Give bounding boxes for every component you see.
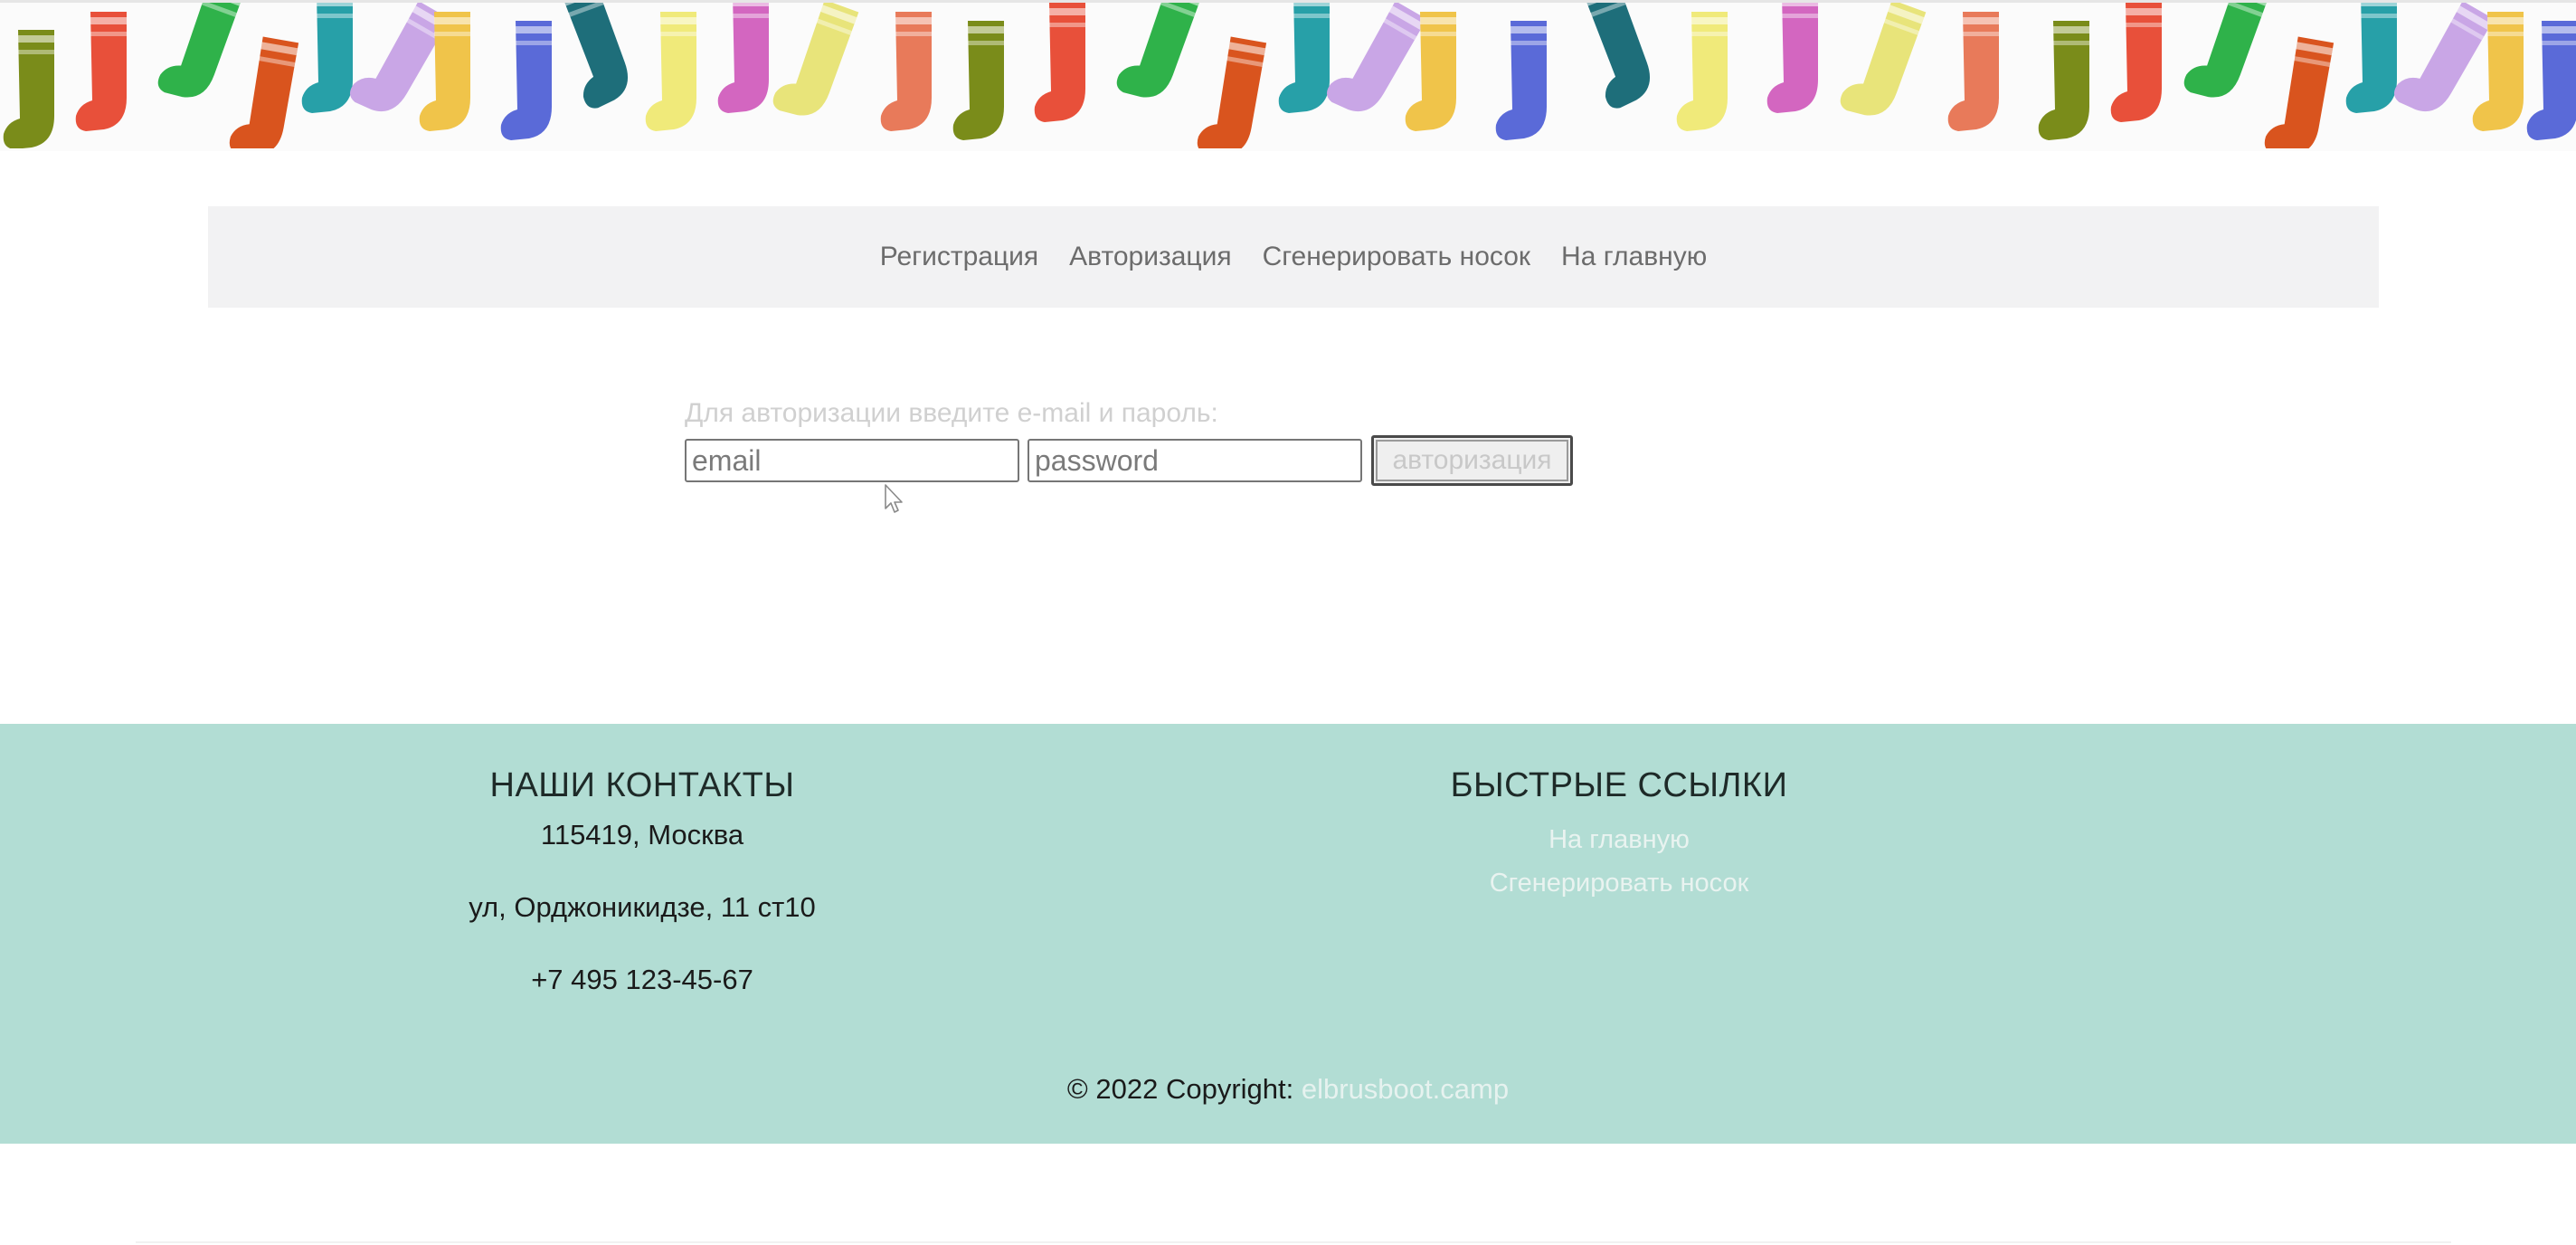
sock-pattern-shape: [2526, 21, 2576, 140]
nav-link-login[interactable]: Авторизация: [1069, 242, 1231, 272]
login-hint: Для авторизации введите e-mail и пароль:: [685, 398, 1218, 428]
password-input[interactable]: [1028, 439, 1362, 482]
sock-pattern-shape: [1197, 36, 1267, 148]
sock-pattern-shape: [1495, 21, 1547, 140]
sock-pattern-shape: [500, 21, 552, 140]
sock-pattern-shape: [2183, 3, 2270, 98]
nav-link-home[interactable]: На главную: [1561, 242, 1707, 272]
copyright: © 2022 Copyright: elbrusboot.camp: [0, 1073, 2576, 1106]
contacts-title: НАШИ КОНТАКТЫ: [489, 766, 795, 804]
contact-phone: +7 495 123-45-67: [531, 964, 753, 995]
login-submit-button[interactable]: авторизация: [1371, 435, 1573, 486]
sock-pattern-shape: [157, 3, 244, 98]
footer-quick-links: БЫСТРЫЕ ССЫЛКИ На главную Сгенерировать …: [1348, 766, 1890, 905]
socks-banner: [0, 0, 2576, 151]
login-form-row: авторизация: [685, 435, 1573, 486]
mouse-cursor-icon: [885, 484, 903, 513]
site-footer: НАШИ КОНТАКТЫ 115419, Москва ул, Орджони…: [0, 724, 2576, 1144]
sock-pattern-shape: [3, 30, 54, 148]
quick-links-title: БЫСТРЫЕ ССЫЛКИ: [1450, 766, 1788, 804]
copyright-text: © 2022 Copyright:: [1066, 1073, 1294, 1105]
footer-link-generate-sock[interactable]: Сгенерировать носок: [1348, 861, 1890, 905]
sock-pattern-shape: [1326, 3, 1427, 112]
login-form: Для авторизации введите e-mail и пароль:…: [685, 398, 1573, 486]
sock-pattern-shape: [772, 3, 859, 116]
contact-city: 115419, Москва: [540, 819, 744, 851]
sock-pattern-shape: [561, 3, 628, 109]
sock-pattern-shape: [880, 12, 932, 131]
sock-pattern-shape: [229, 36, 299, 148]
sock-pattern-shape: [717, 3, 769, 113]
nav-link-registration[interactable]: Регистрация: [880, 242, 1038, 272]
main-navbar: Регистрация Авторизация Сгенерировать но…: [208, 206, 2379, 308]
sock-pattern-shape: [2110, 3, 2162, 122]
footer-contacts: НАШИ КОНТАКТЫ 115419, Москва ул, Орджони…: [371, 766, 914, 1035]
sock-pattern-shape: [645, 12, 696, 131]
sock-pattern-shape: [1766, 3, 1818, 113]
sock-pattern-shape: [2345, 3, 2397, 113]
sock-pattern-shape: [1947, 12, 1999, 131]
email-input[interactable]: [685, 439, 1019, 482]
sock-pattern-shape: [1676, 12, 1728, 131]
contact-address: ул, Орджоникидзе, 11 ст10: [469, 891, 816, 923]
sock-pattern-shape: [1278, 3, 1330, 113]
copyright-link[interactable]: elbrusboot.camp: [1302, 1073, 1509, 1105]
sock-pattern-shape: [952, 21, 1004, 140]
sock-pattern-shape: [2038, 21, 2089, 140]
bottom-divider: [136, 1241, 2451, 1243]
nav-link-generate-sock[interactable]: Сгенерировать носок: [1263, 242, 1530, 272]
sock-pattern-shape: [1840, 3, 1927, 116]
footer-link-home[interactable]: На главную: [1348, 818, 1890, 861]
sock-pattern-shape: [1583, 3, 1650, 109]
sock-pattern-shape: [2264, 36, 2334, 148]
sock-pattern-shape: [2393, 3, 2495, 112]
sock-pattern-shape: [301, 3, 353, 113]
sock-pattern-shape: [75, 12, 127, 131]
sock-pattern-shape: [1034, 3, 1085, 122]
sock-pattern-shape: [1116, 3, 1203, 98]
